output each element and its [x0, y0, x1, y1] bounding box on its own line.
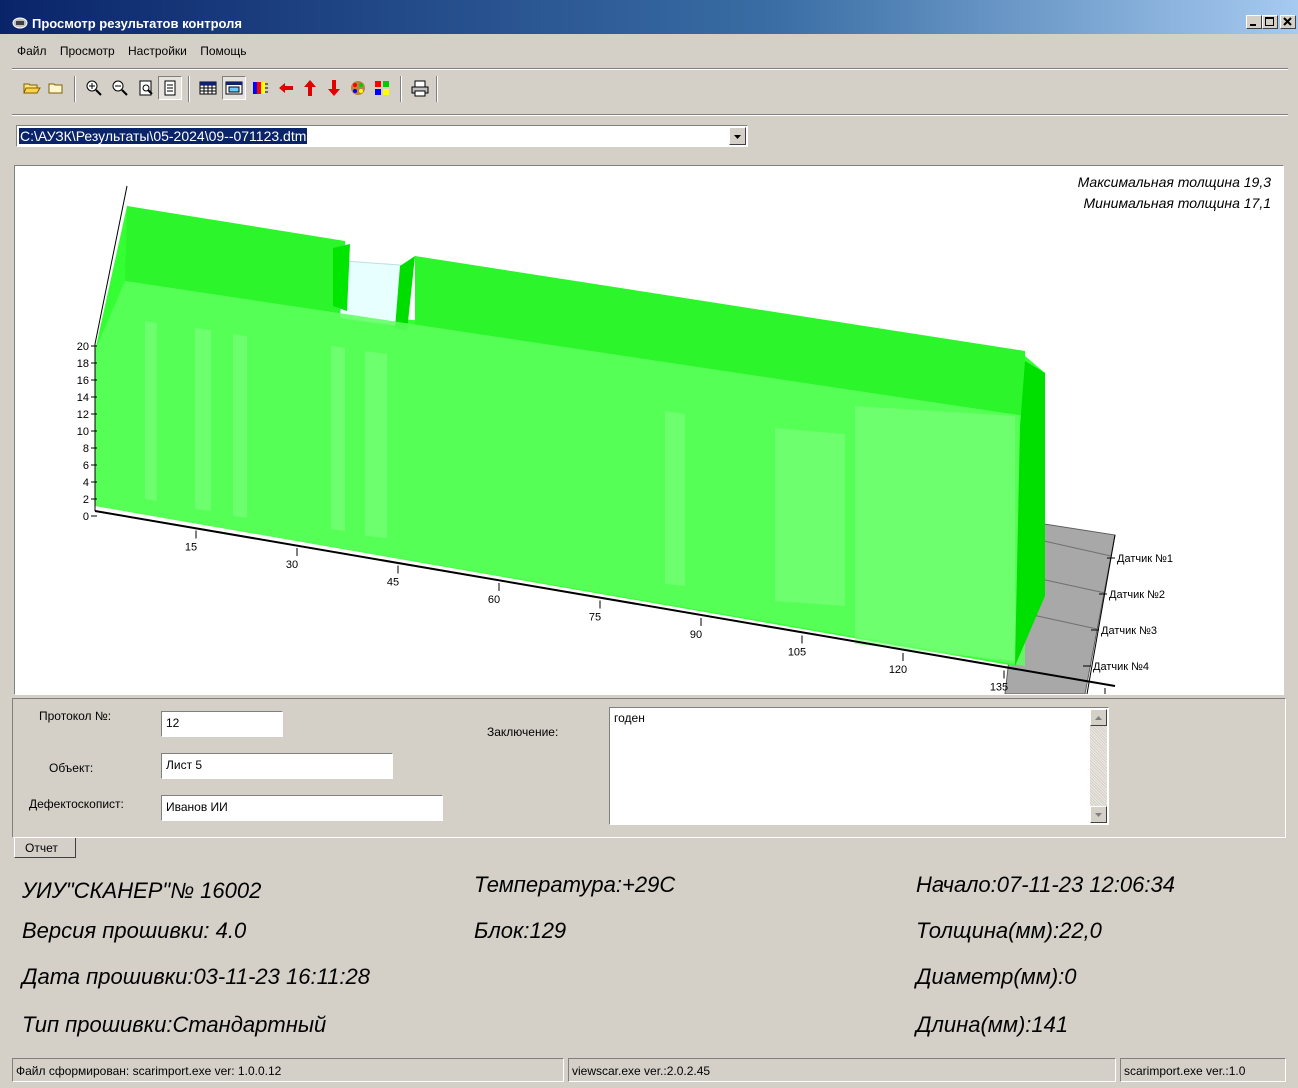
close-button[interactable]	[1280, 15, 1296, 29]
y-tick-label: 0	[83, 511, 89, 523]
arrow-up-icon[interactable]	[298, 76, 322, 100]
toolbar-separator	[436, 76, 438, 102]
status-viewer-version: viewscar.exe ver.:2.0.2.45	[568, 1058, 1116, 1082]
thickness-legend: Максимальная толщина 19,3 Минимальная то…	[1078, 172, 1271, 214]
plot-svg: 20181614121086420 1530456075901051201351…	[77, 185, 1173, 694]
diameter-info: Диаметр(мм):0	[916, 964, 1077, 989]
menu-settings[interactable]: Настройки	[123, 38, 192, 58]
maximize-button[interactable]	[1262, 15, 1278, 29]
title-bar: Просмотр результатов контроля	[0, 0, 1298, 34]
z-tick-label: Датчик №1	[1117, 553, 1173, 565]
protocol-form: Протокол №: 12 Объект: Лист 5 Дефектоско…	[12, 698, 1286, 838]
menu-view[interactable]: Просмотр	[55, 38, 120, 58]
scroll-down-icon[interactable]	[1090, 806, 1107, 823]
protocol-field[interactable]: 12	[161, 711, 283, 737]
inspector-label: Дефектоскопист:	[29, 797, 124, 811]
x-tick-label: 15	[185, 542, 197, 554]
minimize-button[interactable]	[1246, 15, 1262, 29]
toolbar	[16, 74, 1286, 106]
thickness-info: Толщина(мм):22,0	[916, 918, 1102, 943]
x-tick-label: 120	[889, 664, 907, 676]
y-tick-label: 2	[83, 494, 89, 506]
chevron-down-icon[interactable]	[729, 127, 746, 145]
file-path-value: C:\АУЗК\Результаты\05-2024\09--071123.dt…	[19, 128, 308, 144]
y-tick-label: 6	[83, 460, 89, 472]
y-tick-label: 8	[83, 443, 89, 455]
toolbar-separator-line	[12, 114, 1288, 116]
inspector-field[interactable]: Иванов ИИ	[161, 795, 443, 821]
colors-icon[interactable]	[370, 76, 394, 100]
app-icon	[12, 17, 28, 29]
temperature-info: Температура:+29С	[474, 872, 676, 897]
firmware-type: Тип прошивки:Стандартный	[22, 1012, 327, 1037]
grid-table-icon[interactable]	[196, 76, 220, 100]
window-title: Просмотр результатов контроля	[32, 16, 242, 31]
x-tick-label: 105	[788, 647, 806, 659]
z-tick-label: Датчик №3	[1101, 625, 1157, 637]
status-bar: Файл сформирован: scarimport.exe ver: 1.…	[12, 1058, 1288, 1082]
toolbar-separator	[188, 76, 190, 102]
x-tick-label: 45	[387, 577, 399, 589]
arrow-down-icon[interactable]	[322, 76, 346, 100]
x-tick-label: 30	[286, 559, 298, 571]
object-field[interactable]: Лист 5	[161, 753, 393, 779]
y-tick-label: 4	[83, 477, 89, 489]
firmware-version: Версия прошивки: 4.0	[22, 918, 247, 943]
y-tick-label: 14	[77, 392, 89, 404]
y-tick-label: 20	[77, 341, 89, 353]
status-file-formed: Файл сформирован: scarimport.exe ver: 1.…	[12, 1058, 564, 1082]
grid-view-icon[interactable]	[222, 76, 246, 100]
page-icon[interactable]	[158, 76, 182, 100]
x-tick-label: 90	[690, 629, 702, 641]
conclusion-memo[interactable]: годен	[609, 707, 1109, 825]
zoom-out-icon[interactable]	[108, 76, 132, 100]
device-info: УИУ"СКАНЕР"№ 16002	[22, 878, 262, 903]
y-tick-label: 16	[77, 375, 89, 387]
x-tick-label: 75	[589, 612, 601, 624]
toolbar-separator	[400, 76, 402, 102]
z-tick-label: Датчик №2	[1109, 589, 1165, 601]
zoom-in-icon[interactable]	[82, 76, 106, 100]
open-folder-icon[interactable]	[20, 76, 44, 100]
file-path-combo[interactable]: C:\АУЗК\Результаты\05-2024\09--071123.dt…	[16, 125, 748, 147]
firmware-date: Дата прошивки:03-11-23 16:11:28	[22, 964, 370, 989]
y-axis-ticks: 20181614121086420	[77, 341, 97, 523]
object-label: Объект:	[49, 761, 94, 775]
tab-report[interactable]: Отчет	[14, 838, 76, 858]
page-search-icon[interactable]	[134, 76, 158, 100]
conclusion-label: Заключение:	[487, 725, 559, 739]
menu-help[interactable]: Помощь	[195, 38, 251, 58]
scroll-up-icon[interactable]	[1090, 709, 1107, 726]
print-icon[interactable]	[408, 76, 432, 100]
protocol-label: Протокол №:	[39, 709, 112, 723]
folder-icon[interactable]	[44, 76, 68, 100]
max-thickness-label: Максимальная толщина 19,3	[1077, 174, 1271, 190]
y-tick-label: 10	[77, 426, 89, 438]
y-tick-label: 18	[77, 358, 89, 370]
toolbar-separator	[74, 76, 76, 102]
min-thickness-label: Минимальная толщина 17,1	[1083, 195, 1272, 211]
status-import-version: scarimport.exe ver.:1.0	[1120, 1058, 1286, 1082]
length-info: Длина(мм):141	[916, 1012, 1069, 1037]
x-tick-label: 135	[990, 682, 1008, 694]
menu-bar: Файл Просмотр Настройки Помощь	[12, 38, 1288, 62]
palette-icon[interactable]	[346, 76, 370, 100]
block-info: Блок:129	[474, 918, 567, 943]
color-scale-icon[interactable]	[248, 76, 272, 100]
menu-separator	[12, 68, 1288, 70]
conclusion-scrollbar[interactable]	[1090, 709, 1107, 823]
y-tick-label: 12	[77, 409, 89, 421]
conclusion-text: годен	[614, 711, 645, 725]
thickness-3d-plot[interactable]: 20181614121086420 1530456075901051201351…	[14, 165, 1284, 695]
start-time-info: Начало:07-11-23 12:06:34	[916, 872, 1175, 897]
z-tick-label: Датчик №4	[1093, 661, 1149, 673]
arrow-left-icon[interactable]	[274, 76, 298, 100]
menu-file[interactable]: Файл	[12, 38, 52, 58]
x-tick-label: 60	[488, 594, 500, 606]
